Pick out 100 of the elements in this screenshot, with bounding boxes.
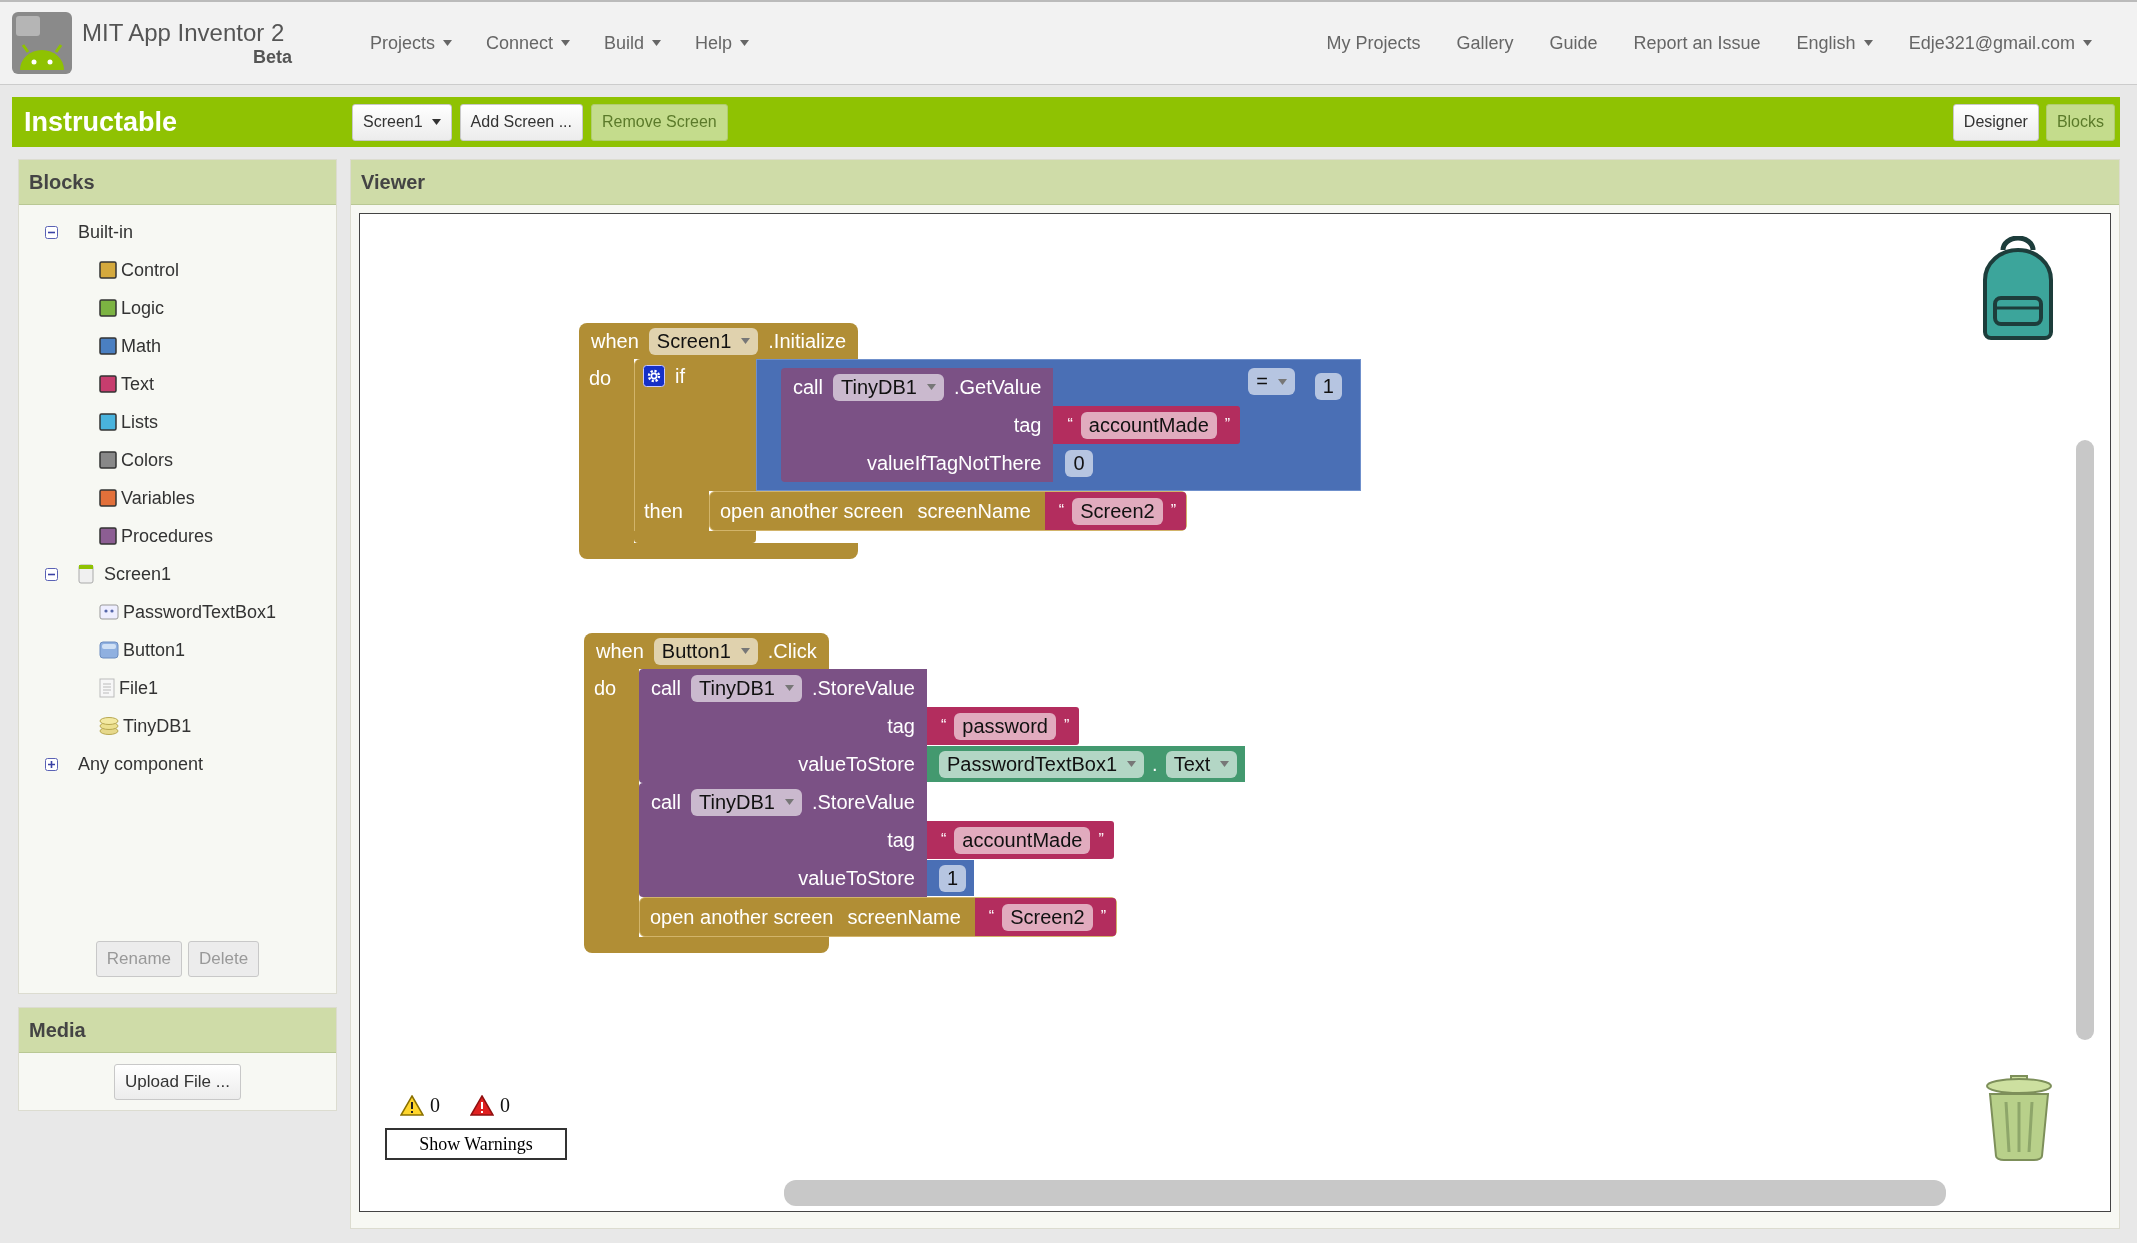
caret-icon (784, 799, 794, 805)
quote-mark: ” (1063, 717, 1070, 735)
tree-item[interactable]: Control (121, 259, 180, 281)
number-field[interactable]: 1 (939, 864, 967, 892)
text-field[interactable]: Screen2 (1002, 903, 1093, 931)
tree-item[interactable]: File1 (119, 677, 158, 699)
block-label: valueToStore (798, 866, 915, 890)
quote-mark: “ (941, 831, 947, 849)
tree-item[interactable]: Colors (121, 449, 173, 471)
quote-mark: “ (941, 717, 947, 735)
app-title: MIT App Inventor 2 (82, 18, 286, 47)
component-dropdown[interactable]: PasswordTextBox1 (939, 750, 1145, 778)
component-dropdown[interactable]: TinyDB1 (691, 674, 802, 702)
blocks-workspace[interactable] (359, 213, 2111, 1212)
text-field[interactable]: accountMade (954, 826, 1091, 854)
block-label: call (651, 790, 681, 814)
upload-button[interactable]: Upload File ... (114, 1063, 241, 1100)
block-label: tag (1013, 413, 1042, 437)
component-dropdown[interactable]: TinyDB1 (691, 788, 802, 816)
menu-item[interactable]: Edje321@gmail.com (1908, 32, 2092, 54)
block-label: do (589, 367, 612, 389)
tree-item[interactable]: Procedures (121, 525, 214, 547)
backpack-icon[interactable] (1981, 236, 2055, 340)
block-label: .Initialize (768, 329, 847, 353)
block-label: valueIfTagNotThere (866, 451, 1042, 475)
block-label: call (793, 375, 823, 399)
tree-item[interactable]: Variables (121, 487, 195, 509)
caret-icon (926, 384, 936, 390)
block-label: tag (887, 714, 915, 738)
text-field[interactable]: accountMade (1080, 411, 1217, 439)
tree-item[interactable]: PasswordTextBox1 (123, 601, 277, 623)
caret-icon (784, 685, 794, 691)
collapse-icon[interactable] (45, 225, 58, 239)
scrollbar[interactable] (784, 1180, 1946, 1206)
screen-dropdown[interactable]: Screen1 (352, 103, 452, 141)
tree-item[interactable]: Logic (121, 297, 165, 319)
caret-icon (1127, 761, 1137, 767)
tree-group[interactable]: Any component (78, 753, 204, 775)
tree-item[interactable]: Button1 (123, 639, 186, 661)
tree-item[interactable]: Math (121, 335, 162, 357)
number-field[interactable]: 0 (1065, 449, 1093, 477)
text-field[interactable]: password (954, 712, 1056, 740)
project-name: Instructable (24, 106, 179, 138)
block-label: when (591, 329, 639, 353)
tree-item[interactable]: Lists (121, 411, 158, 433)
toolbar-button[interactable]: Add Screen ... (459, 103, 583, 141)
menu-item[interactable]: Projects (370, 32, 453, 54)
block-label: open another screen (650, 905, 834, 929)
block-label: open another screen (720, 499, 904, 523)
caret-icon (1277, 378, 1287, 385)
component-dropdown[interactable]: Screen1 (648, 327, 759, 355)
expand-icon[interactable] (45, 757, 58, 771)
block-label: . (1152, 752, 1158, 776)
property-dropdown[interactable]: Text (1165, 750, 1238, 778)
panel-title: Blocks (19, 160, 336, 205)
block-label: .StoreValue (811, 790, 915, 814)
block-label: call (651, 676, 681, 700)
collapse-icon[interactable] (45, 567, 58, 581)
error-icon (470, 1095, 494, 1116)
quote-mark: “ (988, 908, 995, 926)
operator-dropdown[interactable]: = (1248, 368, 1295, 395)
quote-mark: “ (1067, 416, 1073, 434)
caret-icon (1220, 761, 1230, 767)
block-label: .StoreValue (811, 676, 915, 700)
block-label: then (644, 499, 683, 523)
component-dropdown[interactable]: TinyDB1 (833, 373, 944, 401)
warning-icon (400, 1095, 424, 1116)
menu-item[interactable]: Gallery (1456, 32, 1514, 54)
block-label: valueToStore (798, 752, 915, 776)
menu-item[interactable]: Help (695, 32, 750, 54)
quote-mark: ” (1098, 831, 1104, 849)
text-field[interactable]: Screen2 (1072, 497, 1163, 525)
caret-icon (741, 338, 751, 344)
tree-group[interactable]: Screen1 (104, 563, 172, 585)
number-field[interactable]: 1 (1314, 372, 1342, 400)
menu-item[interactable]: Guide (1549, 32, 1598, 54)
block-label: when (596, 639, 644, 663)
block-label: .Click (767, 639, 817, 663)
menu-item[interactable]: Build (604, 32, 662, 54)
block-label: do (594, 677, 617, 699)
menu-item[interactable]: Connect (486, 32, 571, 54)
database-icon (99, 716, 119, 736)
tree-item[interactable]: TinyDB1 (123, 715, 192, 737)
textbox-icon (99, 604, 119, 620)
panel-title: Media (19, 1008, 336, 1053)
gear-icon[interactable] (643, 365, 665, 387)
tree-item[interactable]: Text (121, 373, 154, 395)
menu-item[interactable]: Report an Issue (1633, 32, 1761, 54)
scrollbar[interactable] (2076, 440, 2094, 1040)
caret-icon (740, 648, 750, 654)
menu-item[interactable]: My Projects (1326, 32, 1421, 54)
view-tab[interactable]: Designer (1952, 103, 2039, 141)
block-label: screenName (847, 905, 961, 929)
screen-icon (78, 564, 94, 584)
document-icon (99, 678, 115, 698)
menu-item[interactable]: English (1796, 32, 1873, 54)
tree-group[interactable]: Built-in (78, 221, 134, 243)
block-label: tag (887, 828, 915, 852)
component-dropdown[interactable]: Button1 (653, 637, 758, 665)
show-warnings-button[interactable]: Show Warnings (385, 1128, 567, 1160)
